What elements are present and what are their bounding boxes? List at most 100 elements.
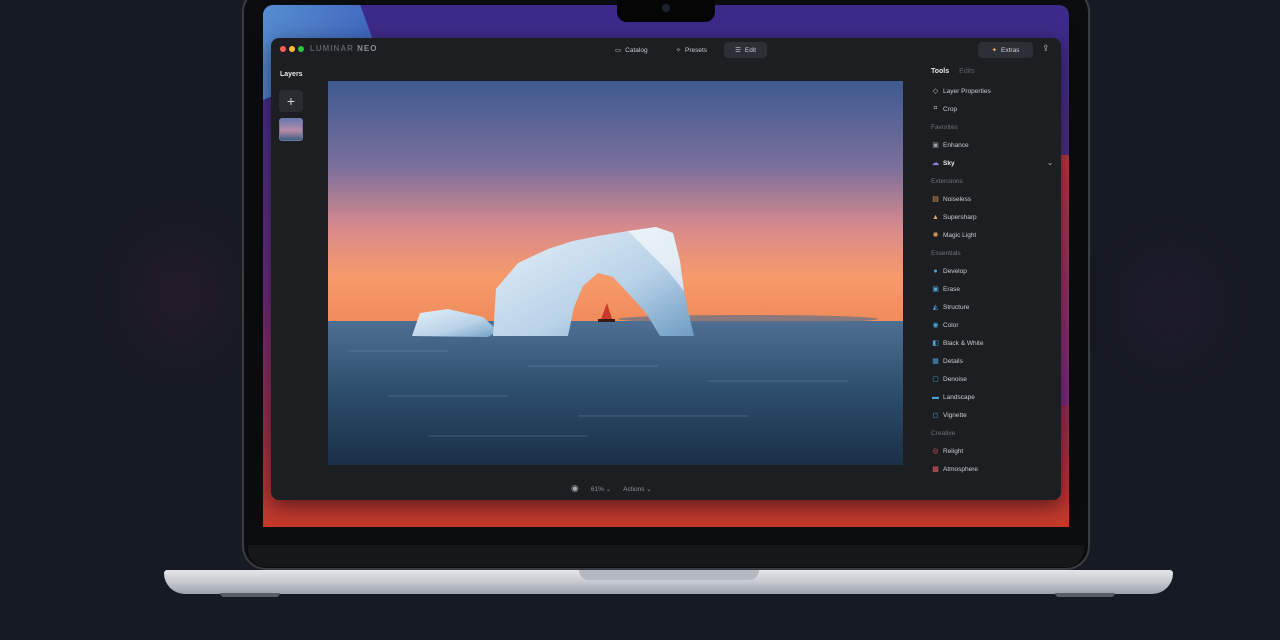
tool-layers[interactable]: ◇ Layer Properties <box>931 82 1057 100</box>
sky-region <box>328 81 903 326</box>
app-logo: LUMINAR NEO <box>310 44 377 53</box>
tool-label: Crop <box>943 105 958 113</box>
noiseless-icon: ▤ <box>932 196 939 203</box>
share-icon[interactable]: ⇪ <box>1042 43 1050 54</box>
tool-label: Landscape <box>943 393 975 401</box>
tool-crop[interactable]: ⌗ Crop <box>931 100 1057 118</box>
actions-label: Actions <box>623 485 645 493</box>
tab-edits[interactable]: Edits <box>959 68 975 75</box>
zoom-select[interactable]: 61% ⌄ <box>591 485 611 493</box>
tool-label: Vignette <box>943 411 967 419</box>
extras-icon: ✦ <box>991 47 998 54</box>
laptop-chin <box>248 545 1084 567</box>
tool-label: Color <box>943 321 959 329</box>
tool-label: Supersharp <box>943 213 977 221</box>
chevron-down-icon: ⌄ <box>646 485 652 493</box>
extras-label: Extras <box>1001 46 1020 54</box>
camera-icon <box>662 4 670 12</box>
tab-edit[interactable]: ☰ Edit <box>724 42 768 58</box>
close-window-button[interactable] <box>280 46 286 52</box>
color-icon: ◉ <box>932 322 939 329</box>
denoise-icon: ▢ <box>932 376 939 383</box>
atmosphere-icon: ▩ <box>932 466 939 473</box>
structure-icon: ◭ <box>932 304 939 311</box>
add-layer-button[interactable]: + <box>279 90 303 112</box>
trackpad-groove <box>579 570 759 580</box>
eye-icon[interactable]: ◉ <box>571 483 579 494</box>
laptop-foot <box>220 593 280 597</box>
tool-erase[interactable]: ▣ Erase <box>931 280 1057 298</box>
tab-label: Catalog <box>625 46 648 54</box>
relight-icon: ◎ <box>932 448 939 455</box>
tool-atmosphere[interactable]: ▩ Atmosphere <box>931 460 1057 478</box>
section-header: Essentials <box>931 249 961 257</box>
tool-develop[interactable]: ● Develop <box>931 262 1057 280</box>
tools-sidebar: Tools Edits ◇ Layer Properties ⌗ Crop Favori… <box>931 66 1057 478</box>
section-header: Favorites <box>931 123 958 131</box>
tool-label: Develop <box>943 267 967 275</box>
laptop-foot <box>1055 593 1115 597</box>
tool-label: Relight <box>943 447 964 455</box>
tool-label: Layer Properties <box>943 87 991 95</box>
supersharp-icon: ▲ <box>932 213 939 221</box>
tool-landscape[interactable]: ▬ Landscape <box>931 388 1057 406</box>
title-bar: LUMINAR NEO ▭ Catalog ✧ Presets ☰ Edit ✦… <box>271 38 1061 62</box>
enhance-icon: ▣ <box>932 142 939 149</box>
tool-label: Enhance <box>943 141 969 149</box>
tool-sky[interactable]: ☁ Sky ⌄ <box>931 154 1057 172</box>
zoom-window-button[interactable] <box>298 46 304 52</box>
erase-icon: ▣ <box>932 286 939 293</box>
tool-magic-light[interactable]: ✺ Magic Light <box>931 226 1057 244</box>
tool-enhance[interactable]: ▣ Enhance <box>931 136 1057 154</box>
tool-label: Denoise <box>943 375 967 383</box>
sea-region <box>328 321 903 465</box>
tool-relight[interactable]: ◎ Relight <box>931 442 1057 460</box>
section-header: Creative <box>931 429 956 437</box>
chevron-down-icon[interactable]: ⌄ <box>1047 159 1053 167</box>
tool-details[interactable]: ▦ Details <box>931 352 1057 370</box>
tool-structure[interactable]: ◭ Structure <box>931 298 1057 316</box>
tool-label: Magic Light <box>943 231 977 239</box>
sky-icon: ☁ <box>932 160 939 167</box>
sidebar-tabs: Tools Edits <box>931 66 1057 76</box>
vignette-icon: ◻ <box>932 412 939 419</box>
sparkle-icon: ✧ <box>675 47 682 54</box>
tool-label: Atmosphere <box>943 465 979 473</box>
tab-label: Presets <box>685 46 708 54</box>
tool-label: Details <box>943 357 963 365</box>
layers-title: Layers <box>280 71 303 78</box>
tab-presets[interactable]: ✧ Presets <box>665 42 719 58</box>
tool-label: Noiseless <box>943 195 972 203</box>
tab-catalog[interactable]: ▭ Catalog <box>604 42 659 58</box>
laptop-base <box>164 570 1173 594</box>
logo-main: LUMINAR <box>310 44 354 53</box>
minimize-window-button[interactable] <box>289 46 295 52</box>
mode-tabs: ▭ Catalog ✧ Presets ☰ Edit <box>604 42 768 58</box>
sidebar-fade <box>931 484 1057 500</box>
background-glow <box>150 250 210 340</box>
tool-noiseless[interactable]: ▤ Noiseless <box>931 190 1057 208</box>
tool-denoise[interactable]: ▢ Denoise <box>931 370 1057 388</box>
zoom-value: 61% <box>590 485 604 493</box>
tool-supersharp[interactable]: ▲ Supersharp <box>931 208 1057 226</box>
develop-icon: ● <box>933 267 938 275</box>
details-icon: ▦ <box>932 358 939 365</box>
actions-menu[interactable]: Actions ⌄ <box>623 485 652 493</box>
camera-notch <box>617 0 715 22</box>
layer-thumbnail[interactable] <box>279 118 303 141</box>
tool-color[interactable]: ◉ Color <box>931 316 1057 334</box>
landscape-icon: ▬ <box>932 393 939 401</box>
chevron-down-icon: ⌄ <box>605 485 612 493</box>
background-glow <box>1140 260 1200 350</box>
extras-button[interactable]: ✦ Extras <box>978 42 1033 58</box>
tool-label: Erase <box>943 285 960 293</box>
photo-canvas[interactable] <box>328 81 903 465</box>
tab-tools[interactable]: Tools <box>931 68 949 75</box>
tool-black-white[interactable]: ◧ Black & White <box>931 334 1057 352</box>
tool-vignette[interactable]: ◻ Vignette <box>931 406 1057 424</box>
tool-label: Sky <box>943 159 955 167</box>
tool-list: ◇ Layer Properties ⌗ Crop Favorites ▣ Enhance ☁… <box>931 82 1057 478</box>
black-white-icon: ◧ <box>932 340 939 347</box>
tool-label: Structure <box>943 303 970 311</box>
magic-light-icon: ✺ <box>932 232 939 239</box>
